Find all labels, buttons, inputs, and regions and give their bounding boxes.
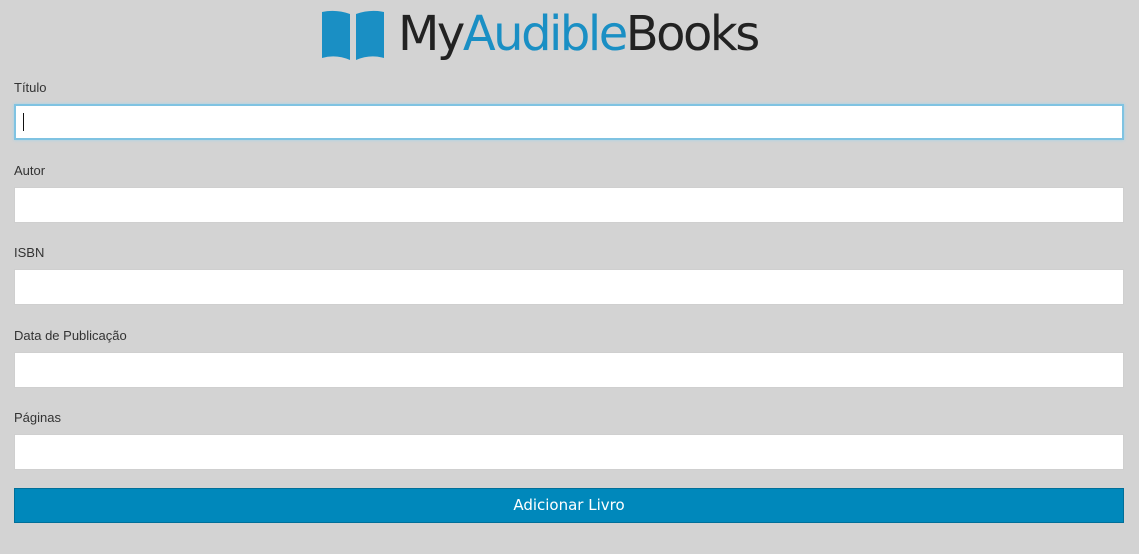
paginas-input[interactable] xyxy=(14,434,1124,470)
data-publicacao-input[interactable] xyxy=(14,351,1124,388)
add-book-button[interactable]: Adicionar Livro xyxy=(14,488,1124,523)
isbn-label: ISBN xyxy=(14,245,45,260)
logo: MyAudibleBooks xyxy=(320,6,760,62)
header: MyAudibleBooks xyxy=(0,0,1139,72)
paginas-label: Páginas xyxy=(14,410,61,425)
brand-name: MyAudibleBooks xyxy=(398,6,760,62)
field-isbn: ISBN xyxy=(14,243,1124,326)
brand-part-my: My xyxy=(398,6,465,62)
data-publicacao-label: Data de Publicação xyxy=(14,327,127,343)
text-caret xyxy=(23,113,24,131)
isbn-input[interactable] xyxy=(14,269,1124,305)
field-data-publicacao: Data de Publicação xyxy=(14,326,1124,409)
titulo-label: Título xyxy=(14,80,47,95)
field-autor: Autor xyxy=(14,161,1124,244)
autor-label: Autor xyxy=(14,162,46,178)
field-paginas: Páginas xyxy=(14,408,1124,491)
open-book-icon xyxy=(322,10,384,60)
add-book-form: Título Autor ISBN Data de Publicação Pág… xyxy=(14,78,1124,491)
brand-part-books: Books xyxy=(625,6,760,62)
titulo-input[interactable] xyxy=(14,104,1124,140)
field-titulo: Título xyxy=(14,78,1124,161)
brand-part-audible: Audible xyxy=(462,6,628,62)
autor-input[interactable] xyxy=(14,186,1124,223)
